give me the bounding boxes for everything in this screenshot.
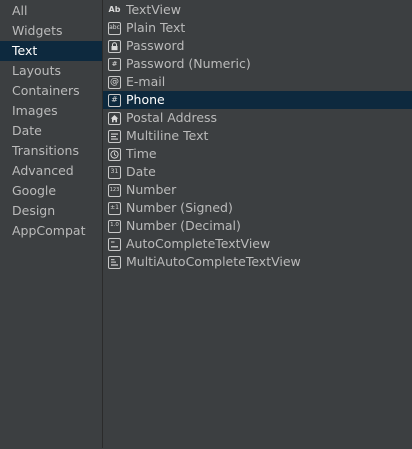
widget-plain-text[interactable]: abc Plain Text bbox=[103, 19, 412, 37]
widget-number-decimal[interactable]: 1.0 Number (Decimal) bbox=[103, 217, 412, 235]
widget-label: E-mail bbox=[126, 74, 166, 89]
widget-label: Time bbox=[126, 146, 157, 161]
phone-hash-icon: # bbox=[108, 93, 121, 107]
widget-multiline-text[interactable]: Multiline Text bbox=[103, 127, 412, 145]
password-numeric-icon: # bbox=[108, 57, 121, 71]
multi-autocomplete-icon bbox=[108, 255, 121, 269]
widget-label: AutoCompleteTextView bbox=[126, 236, 271, 251]
widget-label: Number (Signed) bbox=[126, 200, 233, 215]
widget-postal-address[interactable]: Postal Address bbox=[103, 109, 412, 127]
widget-label: Password bbox=[126, 38, 185, 53]
category-date[interactable]: Date bbox=[0, 121, 102, 141]
widget-label: Phone bbox=[126, 92, 165, 107]
widget-number[interactable]: 123 Number bbox=[103, 181, 412, 199]
category-design[interactable]: Design bbox=[0, 201, 102, 221]
category-text[interactable]: Text bbox=[0, 41, 102, 61]
number-decimal-icon: 1.0 bbox=[108, 219, 121, 233]
time-clock-icon bbox=[108, 147, 121, 161]
category-google[interactable]: Google bbox=[0, 181, 102, 201]
date-calendar-icon: 31 bbox=[108, 165, 121, 179]
widget-number-signed[interactable]: ±1 Number (Signed) bbox=[103, 199, 412, 217]
widget-email[interactable]: @ E-mail bbox=[103, 73, 412, 91]
widget-password-numeric[interactable]: # Password (Numeric) bbox=[103, 55, 412, 73]
widget-label: Plain Text bbox=[126, 20, 186, 35]
autocomplete-icon bbox=[108, 237, 121, 251]
widget-label: Password (Numeric) bbox=[126, 56, 251, 71]
widget-label: Number (Decimal) bbox=[126, 218, 241, 233]
category-all[interactable]: All bbox=[0, 1, 102, 21]
plain-text-icon: abc bbox=[108, 21, 121, 35]
email-at-icon: @ bbox=[108, 75, 121, 89]
category-advanced[interactable]: Advanced bbox=[0, 161, 102, 181]
widget-label: Date bbox=[126, 164, 156, 179]
password-lock-icon bbox=[108, 39, 121, 53]
category-widgets[interactable]: Widgets bbox=[0, 21, 102, 41]
postal-address-house-icon bbox=[108, 111, 121, 125]
widget-multi-autocomplete-textview[interactable]: MultiAutoCompleteTextView bbox=[103, 253, 412, 271]
textview-icon: Ab bbox=[108, 5, 121, 14]
multiline-text-icon bbox=[108, 129, 121, 143]
palette-widget-list: Ab TextView abc Plain Text Password # Pa… bbox=[103, 0, 412, 449]
palette-category-list: All Widgets Text Layouts Containers Imag… bbox=[0, 0, 103, 448]
widget-textview[interactable]: Ab TextView bbox=[103, 1, 412, 19]
category-transitions[interactable]: Transitions bbox=[0, 141, 102, 161]
widget-label: Multiline Text bbox=[126, 128, 209, 143]
category-containers[interactable]: Containers bbox=[0, 81, 102, 101]
widget-time[interactable]: Time bbox=[103, 145, 412, 163]
widget-label: MultiAutoCompleteTextView bbox=[126, 254, 301, 269]
widget-date[interactable]: 31 Date bbox=[103, 163, 412, 181]
number-signed-icon: ±1 bbox=[108, 201, 121, 215]
number-icon: 123 bbox=[108, 183, 121, 197]
widget-label: TextView bbox=[126, 2, 181, 17]
widget-phone[interactable]: # Phone bbox=[103, 91, 412, 109]
category-images[interactable]: Images bbox=[0, 101, 102, 121]
palette-panel: All Widgets Text Layouts Containers Imag… bbox=[0, 0, 412, 448]
widget-label: Postal Address bbox=[126, 110, 218, 125]
widget-password[interactable]: Password bbox=[103, 37, 412, 55]
category-appcompat[interactable]: AppCompat bbox=[0, 221, 102, 241]
widget-label: Number bbox=[126, 182, 177, 197]
widget-autocomplete-textview[interactable]: AutoCompleteTextView bbox=[103, 235, 412, 253]
category-layouts[interactable]: Layouts bbox=[0, 61, 102, 81]
